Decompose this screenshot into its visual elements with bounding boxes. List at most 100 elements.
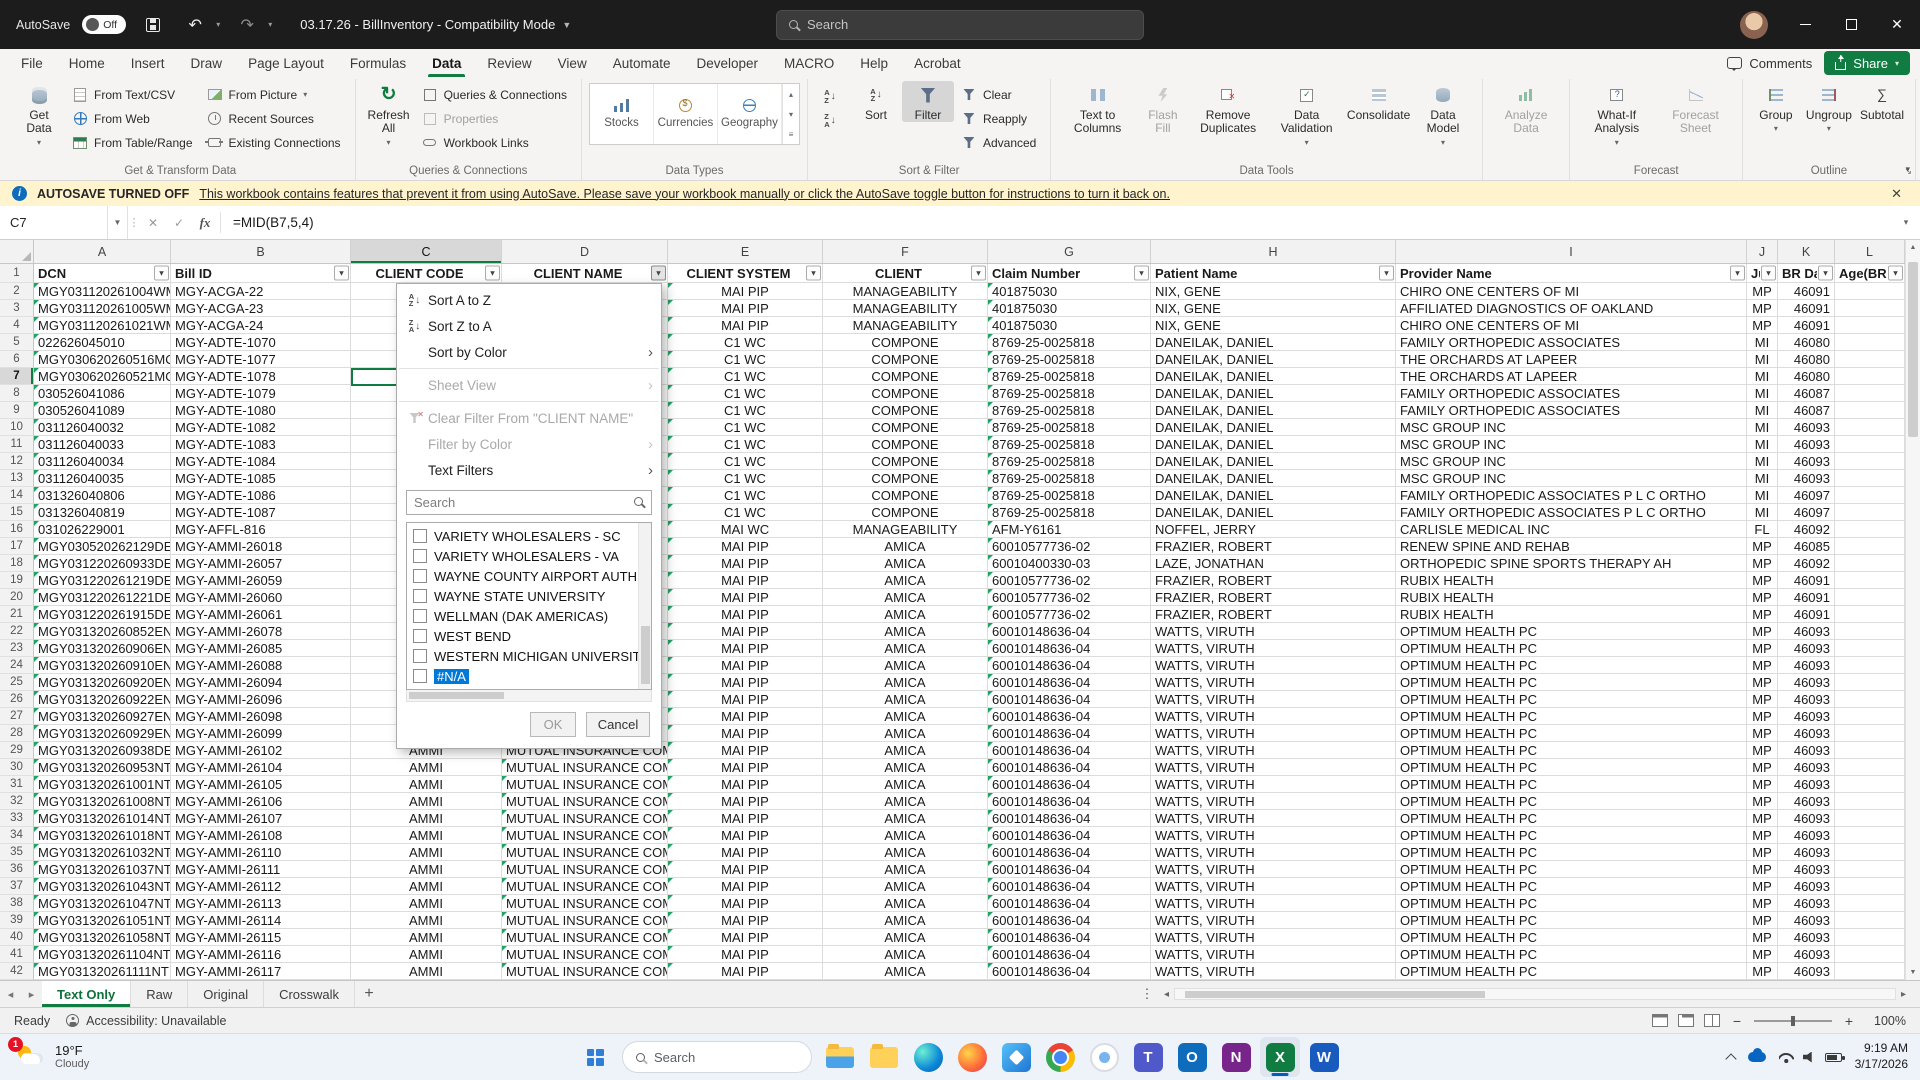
undo-button[interactable]: ↶ xyxy=(180,10,210,40)
cell[interactable]: MANAGEABILITY xyxy=(823,521,988,538)
cell[interactable]: MGY031320260906EN xyxy=(34,640,171,657)
column-header-cell[interactable]: Provider Name xyxy=(1396,264,1747,283)
cell[interactable]: AMICA xyxy=(823,810,988,827)
cell[interactable]: MUTUAL INSURANCE COMP xyxy=(502,793,668,810)
cell[interactable]: MGY-ADTE-1084 xyxy=(171,453,351,470)
expand-formula-bar-icon[interactable]: ▾ xyxy=(1892,206,1920,239)
cell[interactable]: AMICA xyxy=(823,606,988,623)
currencies-button[interactable]: Currencies xyxy=(654,84,718,144)
autosave-toggle[interactable]: Off xyxy=(82,15,126,34)
close-button[interactable]: ✕ xyxy=(1874,0,1920,49)
cell[interactable]: MAI PIP xyxy=(668,674,823,691)
cell[interactable]: C1 WC xyxy=(668,385,823,402)
start-button[interactable] xyxy=(576,1037,614,1077)
ribbon-tab-review[interactable]: Review xyxy=(474,49,544,77)
cell[interactable]: MP xyxy=(1747,776,1778,793)
cell[interactable]: 46092 xyxy=(1778,521,1835,538)
cell[interactable]: MAI PIP xyxy=(668,946,823,963)
cell[interactable]: 46080 xyxy=(1778,334,1835,351)
filter-list-item[interactable]: VARIETY WHOLESALERS - VA xyxy=(410,546,635,566)
sheet-nav-right-icon[interactable]: ▸ xyxy=(21,981,42,1007)
row-number[interactable]: 22 xyxy=(0,623,34,640)
cell[interactable]: MAI PIP xyxy=(668,725,823,742)
zoom-slider[interactable] xyxy=(1754,1020,1832,1022)
cell[interactable]: AMICA xyxy=(823,725,988,742)
cell[interactable]: OPTIMUM HEALTH PC xyxy=(1396,759,1747,776)
cell[interactable]: 60010148636-04 xyxy=(988,793,1151,810)
menu-item-sort-by-color[interactable]: Sort by Color› xyxy=(397,339,661,365)
sheet-menu-icon[interactable]: ⋮ xyxy=(1136,981,1158,1007)
cell[interactable]: OPTIMUM HEALTH PC xyxy=(1396,674,1747,691)
cell[interactable]: MGY-ADTE-1079 xyxy=(171,385,351,402)
cell[interactable]: MGY031320261037NT xyxy=(34,861,171,878)
ribbon-tab-formulas[interactable]: Formulas xyxy=(337,49,419,77)
cell[interactable]: MGY-AMMI-26098 xyxy=(171,708,351,725)
cell[interactable]: 46093 xyxy=(1778,453,1835,470)
cell[interactable]: MGY031320260929EN xyxy=(34,725,171,742)
cell[interactable]: DANEILAK, DANIEL xyxy=(1151,368,1396,385)
cell[interactable]: NIX, GENE xyxy=(1151,300,1396,317)
menu-item-sort-a-to-z[interactable]: AZ↓Sort A to Z xyxy=(397,287,661,313)
cell[interactable]: DANEILAK, DANIEL xyxy=(1151,402,1396,419)
cell[interactable] xyxy=(1835,470,1905,487)
cell[interactable]: 60010148636-04 xyxy=(988,691,1151,708)
cell[interactable]: 60010148636-04 xyxy=(988,657,1151,674)
cell[interactable]: MGY-AMMI-26078 xyxy=(171,623,351,640)
data-model-button[interactable]: Data Model▾ xyxy=(1411,81,1475,148)
row-number[interactable]: 11 xyxy=(0,436,34,453)
cell[interactable]: COMPONE xyxy=(823,385,988,402)
cell[interactable]: MP xyxy=(1747,300,1778,317)
cell[interactable]: MI xyxy=(1747,453,1778,470)
cell[interactable]: C1 WC xyxy=(668,334,823,351)
cell[interactable]: 46091 xyxy=(1778,572,1835,589)
cell[interactable]: AMMI xyxy=(351,929,502,946)
onedrive-icon[interactable] xyxy=(1748,1052,1766,1062)
cell[interactable]: 030526041089 xyxy=(34,402,171,419)
cell[interactable]: CARLISLE MEDICAL INC xyxy=(1396,521,1747,538)
column-header-cell[interactable]: CLIENT NAME xyxy=(502,264,668,283)
taskbar-app-file-explorer[interactable] xyxy=(820,1037,860,1077)
cell[interactable]: AMICA xyxy=(823,946,988,963)
cell[interactable]: 46093 xyxy=(1778,963,1835,980)
data-validation-button[interactable]: Data Validation▾ xyxy=(1267,81,1346,148)
column-header-cell[interactable]: Ju xyxy=(1747,264,1778,283)
cell[interactable]: MP xyxy=(1747,640,1778,657)
cell[interactable]: 46093 xyxy=(1778,419,1835,436)
cell[interactable]: MGY-ADTE-1083 xyxy=(171,436,351,453)
cell[interactable]: WATTS, VIRUTH xyxy=(1151,810,1396,827)
cell[interactable]: MGY-ADTE-1077 xyxy=(171,351,351,368)
cell[interactable]: 46092 xyxy=(1778,555,1835,572)
cell[interactable]: WATTS, VIRUTH xyxy=(1151,742,1396,759)
cell[interactable]: MAI PIP xyxy=(668,300,823,317)
cell[interactable]: DANEILAK, DANIEL xyxy=(1151,453,1396,470)
cell[interactable]: WATTS, VIRUTH xyxy=(1151,861,1396,878)
cell[interactable]: MGY-AMMI-26111 xyxy=(171,861,351,878)
gallery-more-icon[interactable]: ≡ xyxy=(783,124,799,144)
checkbox-icon[interactable] xyxy=(413,589,427,603)
cell[interactable]: OPTIMUM HEALTH PC xyxy=(1396,742,1747,759)
taskbar-app-firefox[interactable] xyxy=(952,1037,992,1077)
get-data-button[interactable]: Get Data▾ xyxy=(13,81,65,148)
cell[interactable]: COMPONE xyxy=(823,334,988,351)
filter-button[interactable] xyxy=(485,266,500,281)
hidden-icons-chevron-icon[interactable] xyxy=(1725,1053,1736,1064)
cell[interactable]: OPTIMUM HEALTH PC xyxy=(1396,912,1747,929)
cell[interactable]: 46093 xyxy=(1778,929,1835,946)
cell[interactable]: AMMI xyxy=(351,776,502,793)
cell[interactable]: MAI PIP xyxy=(668,606,823,623)
cell[interactable] xyxy=(1835,283,1905,300)
cell[interactable]: MGY-ADTE-1080 xyxy=(171,402,351,419)
cell[interactable]: 46080 xyxy=(1778,368,1835,385)
cell[interactable]: 46093 xyxy=(1778,793,1835,810)
cell[interactable]: MGY-AMMI-26104 xyxy=(171,759,351,776)
cell[interactable]: MGY-AMMI-26108 xyxy=(171,827,351,844)
cell[interactable]: 031126040034 xyxy=(34,453,171,470)
cell[interactable]: 46093 xyxy=(1778,844,1835,861)
filter-button[interactable] xyxy=(154,266,169,281)
column-header-cell[interactable]: Claim Number xyxy=(988,264,1151,283)
column-header-cell[interactable]: CLIENT CODE xyxy=(351,264,502,283)
cell[interactable]: WATTS, VIRUTH xyxy=(1151,776,1396,793)
cell[interactable]: 46093 xyxy=(1778,742,1835,759)
cell[interactable]: MI xyxy=(1747,368,1778,385)
ribbon-tab-help[interactable]: Help xyxy=(847,49,901,77)
